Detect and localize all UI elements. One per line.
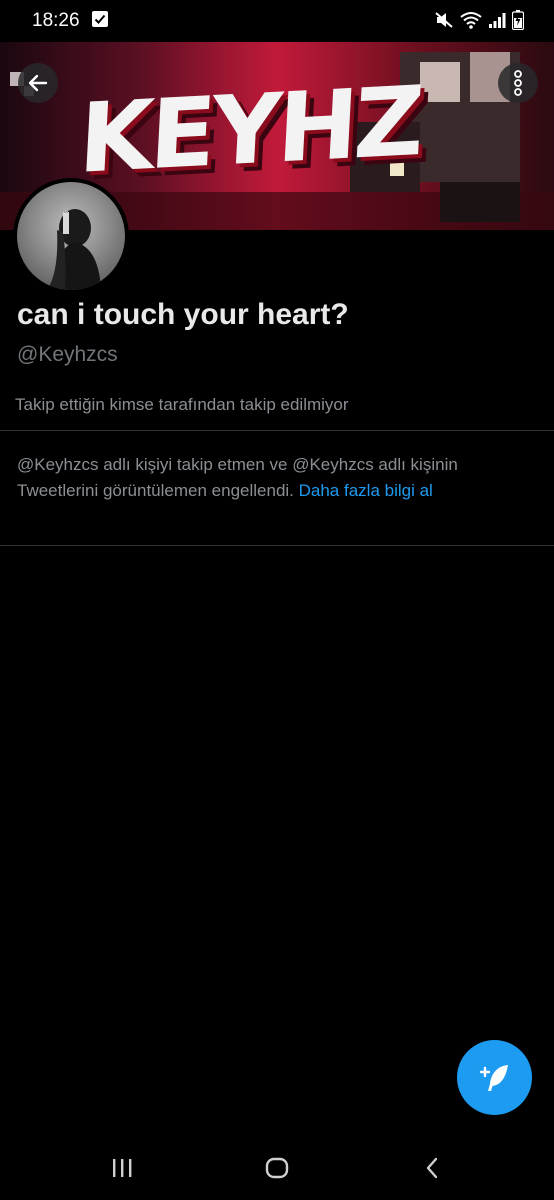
avatar-image [17,182,125,290]
mute-icon [435,12,453,28]
divider [0,545,554,546]
avatar-figure [47,208,101,290]
back-nav-button[interactable] [412,1152,452,1184]
more-options-button[interactable] [498,63,538,103]
more-vertical-icon [514,70,522,96]
status-time: 18:26 [32,10,80,31]
divider [0,430,554,431]
avatar[interactable] [13,178,129,294]
banner-title-art: KEYHZ [76,65,424,195]
wifi-icon [460,12,482,29]
back-button[interactable] [18,63,58,103]
status-icons [434,10,524,30]
compose-tweet-icon [479,1064,508,1091]
display-name: can i touch your heart? [17,298,349,331]
followed-by-note: Takip ettiğin kimse tarafından takip edi… [15,395,349,414]
learn-more-link[interactable]: Daha fazla bilgi al [299,481,433,500]
check-notification-icon [92,11,108,27]
blocked-notice: @Keyhzcs adlı kişiyi takip etmen ve @Key… [17,452,537,504]
home-icon [265,1157,289,1179]
signal-icon [489,13,506,28]
compose-tweet-button[interactable] [457,1040,532,1115]
arrow-left-icon [28,74,48,92]
system-nav-bar [0,1138,554,1200]
status-bar: 18:26 [0,0,554,42]
recent-apps-button[interactable] [102,1152,142,1184]
back-nav-icon [426,1157,438,1179]
home-button[interactable] [257,1152,297,1184]
profile-handle: @Keyhzcs [17,343,118,366]
battery-icon [512,10,524,30]
recent-apps-icon [113,1159,132,1177]
